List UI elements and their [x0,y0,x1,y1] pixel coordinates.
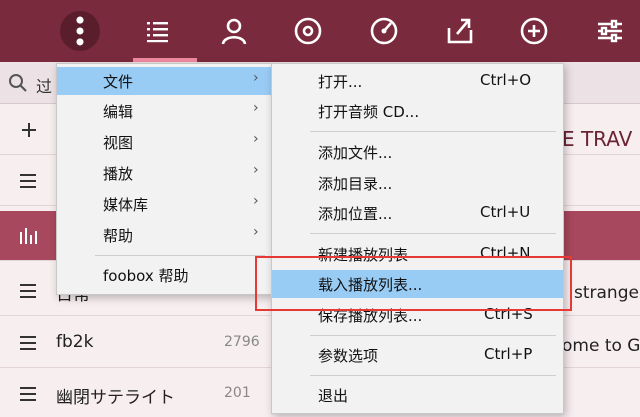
menu-item-label: foobox 帮助 [103,267,189,285]
menu-item-label: 载入播放列表... [318,276,423,294]
playlist-name: fb2k [56,332,94,352]
menu-item-label: 保存播放列表... [318,307,423,325]
menu-item-edit[interactable]: 编辑 › [57,97,271,125]
menu-item-shortcut: Ctrl+U [480,203,531,221]
menu-separator [310,131,556,132]
vertical-dots-icon [60,11,100,51]
track-title-partial: strange [574,283,639,303]
menu-item-label: 视图 [103,134,134,152]
menu-item-label: 打开... [318,73,363,91]
menu-item-add-folder[interactable]: 添加目录... [272,169,563,197]
list-icon [20,336,36,350]
playlist-count: 2796 [224,334,260,350]
main-menu: 文件 › 编辑 › 视图 › 播放 › 媒体库 › 帮助 › foobox 帮助 [56,63,272,295]
settings-button[interactable] [584,0,636,62]
menu-item-add-files[interactable]: 添加文件... [272,138,563,166]
menu-item-label: 参数选项 [318,347,379,365]
menu-item-label: 添加目录... [318,175,393,193]
menu-item-label: 文件 [103,73,134,91]
menu-item-playback[interactable]: 播放 › [57,159,271,187]
menu-button[interactable] [54,0,106,62]
menu-separator [310,375,556,376]
menu-item-label: 帮助 [103,227,134,245]
gauge-icon [370,17,398,45]
menu-item-exit[interactable]: 退出 [272,381,563,409]
menu-item-shortcut: Ctrl+P [484,345,533,363]
menu-item-label: 新建播放列表 [318,246,409,264]
menu-item-library[interactable]: 媒体库 › [57,190,271,218]
artist-button[interactable] [208,0,260,62]
genre-button[interactable] [358,0,410,62]
menu-item-foobox-help[interactable]: foobox 帮助 [57,261,271,289]
track-title-partial: ome to G [562,336,640,356]
chevron-right-icon: › [253,131,259,147]
menu-item-label: 打开音频 CD... [318,103,420,121]
chevron-right-icon: › [253,162,259,178]
menu-item-label: 媒体库 [103,196,149,214]
menu-separator [95,255,265,256]
menu-item-preferences[interactable]: 参数选项 Ctrl+P [272,341,563,369]
sliders-icon [598,19,622,43]
menu-item-label: 添加位置... [318,205,393,223]
chevron-right-icon: › [253,70,259,86]
menu-item-help[interactable]: 帮助 › [57,221,271,249]
menu-item-file[interactable]: 文件 › [57,67,271,95]
chevron-right-icon: › [253,100,259,116]
chevron-right-icon: › [253,193,259,209]
list-icon [20,284,36,298]
add-button[interactable] [508,0,560,62]
share-icon [447,18,473,44]
list-icon [20,387,36,401]
search-input[interactable]: 过 [36,73,52,97]
menu-item-label: 添加文件... [318,144,393,162]
plus-circle-icon [520,17,548,45]
list-icon [147,22,168,43]
playlist-count: 201 [224,385,251,401]
menu-item-new-playlist[interactable]: 新建播放列表 Ctrl+N [272,240,563,268]
menu-separator [310,233,556,234]
menu-item-shortcut: Ctrl+O [480,71,532,89]
playing-bars-icon [20,228,37,244]
menu-item-label: 编辑 [103,103,134,121]
album-button[interactable] [282,0,334,62]
playlist-button[interactable] [131,0,183,62]
menu-separator [310,335,556,336]
playlist-name: 幽閉サテライト [56,388,175,408]
search-icon [9,74,27,92]
top-toolbar [0,0,640,62]
menu-item-shortcut: Ctrl+S [484,305,533,323]
menu-item-view[interactable]: 视图 › [57,128,271,156]
menu-item-load-playlist[interactable]: 载入播放列表... [272,270,563,298]
chevron-right-icon: › [253,224,259,240]
menu-item-add-location[interactable]: 添加位置... Ctrl+U [272,199,563,227]
menu-item-save-playlist[interactable]: 保存播放列表... Ctrl+S [272,301,563,329]
menu-item-label: 退出 [318,387,349,405]
menu-item-open-cd[interactable]: 打开音频 CD... [272,97,563,125]
plus-icon [22,123,36,137]
menu-item-label: 播放 [103,165,134,183]
menu-item-open[interactable]: 打开... Ctrl+O [272,67,563,95]
menu-item-shortcut: Ctrl+N [480,244,531,262]
file-submenu: 打开... Ctrl+O 打开音频 CD... 添加文件... 添加目录... … [271,63,564,414]
person-icon [221,18,247,45]
disc-icon [294,17,322,45]
list-icon [20,174,36,188]
share-button[interactable] [434,0,486,62]
